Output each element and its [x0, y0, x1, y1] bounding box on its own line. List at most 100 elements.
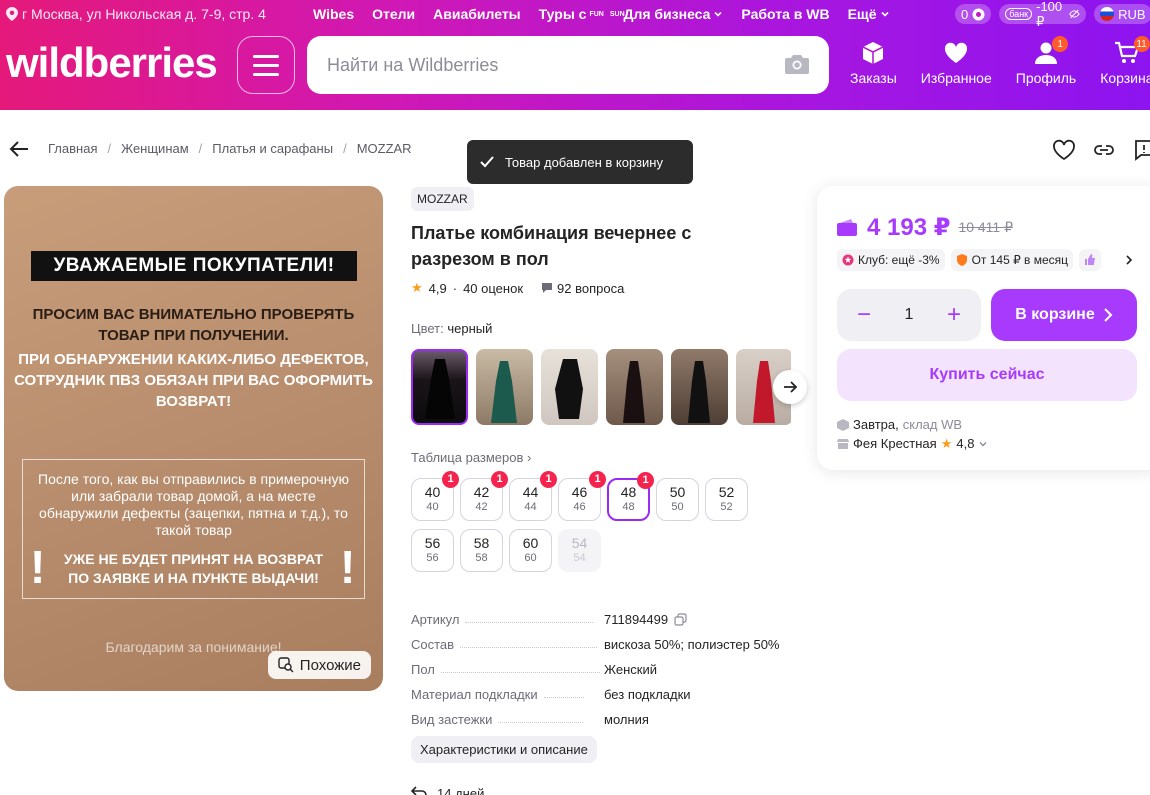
- size-stock-badge: 1: [540, 471, 557, 488]
- color-thumbnail[interactable]: [476, 349, 533, 425]
- product-image[interactable]: УВАЖАЕМЫЕ ПОКУПАТЕЛИ! ПРОСИМ ВАС ВНИМАТЕ…: [4, 186, 383, 691]
- quantity-value[interactable]: 1: [905, 306, 914, 324]
- size-option[interactable]: 44 44 1: [509, 471, 557, 521]
- chevron-down-icon: [880, 11, 889, 17]
- in-cart-label: В корзине: [1015, 306, 1095, 323]
- product-rating[interactable]: ★ 4,9 · 40 оценок 92 вопроса: [411, 280, 624, 296]
- characteristics-button[interactable]: Характеристики и описание: [411, 736, 597, 763]
- size-option-unavailable: 54 54: [558, 529, 601, 572]
- nav-more[interactable]: Ещё: [848, 6, 890, 22]
- size-option[interactable]: 40 40 1: [411, 471, 459, 521]
- size-option-selected[interactable]: 48 48 1: [607, 472, 654, 521]
- brand-tag[interactable]: MOZZAR: [411, 187, 474, 211]
- menu-button[interactable]: [237, 36, 295, 94]
- dress-image: [425, 359, 455, 419]
- in-cart-button[interactable]: В корзине: [991, 289, 1137, 341]
- breadcrumb-dresses[interactable]: Платья и сарафаны: [212, 141, 333, 156]
- color-thumbnail[interactable]: [411, 349, 468, 425]
- bank-pill[interactable]: банк -100 ₽: [999, 0, 1087, 29]
- increase-button[interactable]: +: [947, 303, 961, 327]
- param-row: Материал подкладки без подкладки: [411, 687, 691, 702]
- link-icon[interactable]: [1092, 138, 1116, 162]
- nav-hotels[interactable]: Отели: [372, 6, 415, 22]
- size-option[interactable]: 50 50: [656, 478, 699, 521]
- similar-icon: [278, 657, 294, 673]
- nav-work[interactable]: Работа в WB: [741, 6, 829, 22]
- wildberries-logo[interactable]: wildberries: [6, 40, 218, 86]
- image-text-2: ПРИ ОБНАРУЖЕНИИ КАКИХ-ЛИБО ДЕФЕКТОВ, СОТ…: [14, 351, 373, 410]
- breadcrumb-women[interactable]: Женщинам: [121, 141, 189, 156]
- thumb-up-icon: [1085, 254, 1096, 265]
- size-table-link[interactable]: Таблица размеров ›: [411, 450, 531, 465]
- currency-value: RUB: [1118, 6, 1146, 22]
- size-option[interactable]: 58 58: [460, 529, 503, 572]
- chevron-right-icon: [1104, 308, 1113, 322]
- size-option[interactable]: 46 46 1: [558, 471, 606, 521]
- cart-button[interactable]: 11 Корзина: [1100, 36, 1150, 86]
- size-option[interactable]: 56 56: [411, 529, 454, 572]
- buy-now-button[interactable]: Купить сейчас: [837, 349, 1137, 401]
- size-stock-badge: 1: [637, 472, 654, 489]
- similar-button[interactable]: Похожие: [267, 651, 371, 679]
- installment-chip[interactable]: От 145 ₽ в месяц: [950, 249, 1074, 271]
- exclamation-icon: !: [30, 541, 46, 593]
- param-row: Состав вискоза 50%; полиэстер 50%: [411, 637, 780, 652]
- product-tools: [1052, 138, 1150, 162]
- location-link[interactable]: г Москва, ул Никольская д. 7-9, стр. 4: [6, 6, 266, 22]
- size-stock-badge: 1: [442, 471, 459, 488]
- size-option[interactable]: 52 52: [705, 478, 748, 521]
- russia-flag-icon: [1100, 7, 1115, 21]
- heart-outline-icon[interactable]: [1052, 138, 1076, 162]
- return-info: 14 дней: [411, 786, 484, 795]
- profile-button[interactable]: 1 Профиль: [1015, 36, 1077, 86]
- search-input[interactable]: [327, 36, 767, 94]
- nav-wibes[interactable]: Wibes: [313, 6, 354, 22]
- color-thumbnail[interactable]: [671, 349, 728, 425]
- breadcrumb-brand[interactable]: MOZZAR: [357, 141, 412, 156]
- size-option[interactable]: 42 42 1: [460, 471, 508, 521]
- bank-amount: -100 ₽: [1036, 0, 1063, 29]
- price-card: 4 193 ₽ 10 411 ₽ Клуб: ещё -3% От 145 ₽ …: [817, 186, 1150, 470]
- nav-flights[interactable]: Авиабилеты: [433, 6, 521, 22]
- box-icon: [863, 42, 884, 64]
- added-to-cart-toast: Товар добавлен в корзину: [467, 140, 693, 184]
- image-text-4: УЖЕ НЕ БУДЕТ ПРИНЯТ НА ВОЗВРАТ ПО ЗАЯВКЕ…: [63, 551, 324, 586]
- seller-name: Фея Крестная: [853, 436, 937, 451]
- check-icon: [480, 156, 494, 168]
- nav-tours[interactable]: Туры с FUN SUN: [539, 6, 625, 22]
- club-icon: [842, 254, 854, 266]
- questions-count: 92 вопроса: [557, 280, 625, 296]
- nav-business[interactable]: Для бизнеса: [623, 6, 723, 22]
- copy-icon[interactable]: [674, 613, 687, 626]
- back-arrow-icon[interactable]: [8, 138, 30, 160]
- delivery-when: Завтра,: [853, 417, 899, 432]
- chevron-right-icon[interactable]: [1123, 254, 1135, 266]
- menu-line: [253, 54, 279, 58]
- cart-badge: 11: [1133, 36, 1150, 52]
- profile-label: Профиль: [1015, 70, 1077, 86]
- wallet-icon: [837, 218, 857, 236]
- color-value: черный: [447, 321, 493, 336]
- orders-button[interactable]: Заказы: [850, 40, 897, 86]
- decrease-button[interactable]: −: [857, 303, 871, 327]
- report-icon[interactable]: [1132, 138, 1150, 162]
- size-stock-badge: 1: [589, 471, 606, 488]
- thumbnails-next-button[interactable]: [773, 370, 807, 404]
- color-thumbnail[interactable]: [606, 349, 663, 425]
- eye-off-icon: [1069, 9, 1080, 19]
- breadcrumb-home[interactable]: Главная: [48, 141, 97, 156]
- currency-pill[interactable]: RUB: [1094, 4, 1150, 24]
- rating-value: 4,9: [428, 280, 447, 296]
- favorites-label: Избранное: [920, 70, 992, 86]
- size-option[interactable]: 60 60: [509, 529, 552, 572]
- color-thumbnail[interactable]: [541, 349, 598, 425]
- camera-icon[interactable]: [785, 54, 809, 74]
- seller-row[interactable]: Фея Крестная ★ 4,8: [837, 434, 988, 453]
- points-pill[interactable]: 0: [955, 4, 992, 24]
- club-chip[interactable]: Клуб: ещё -3%: [837, 249, 945, 271]
- chevron-down-icon: [714, 11, 722, 17]
- questions-link[interactable]: 92 вопроса: [541, 281, 624, 296]
- reviews-count: 40 оценок: [463, 280, 524, 296]
- promo-chip[interactable]: [1079, 249, 1102, 271]
- favorites-button[interactable]: Избранное: [921, 40, 992, 86]
